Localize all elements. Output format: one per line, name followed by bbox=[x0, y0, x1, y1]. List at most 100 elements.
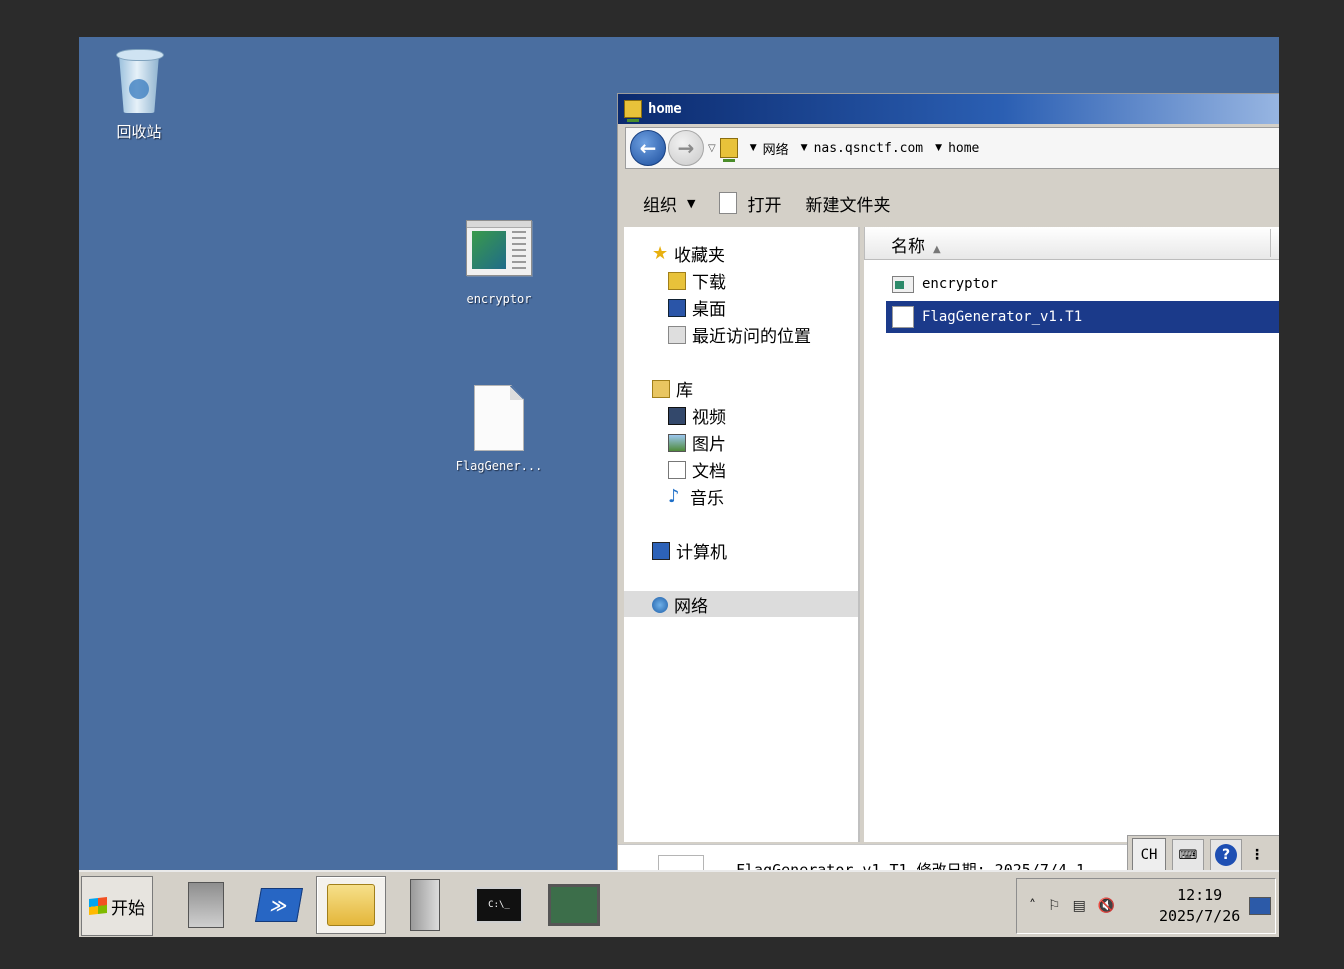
breadcrumb-home[interactable]: home bbox=[948, 141, 979, 156]
nav-videos[interactable]: 视频 bbox=[668, 403, 726, 428]
organize-label: 组织 bbox=[643, 195, 677, 216]
organize-button[interactable]: 组织 ▼ bbox=[643, 191, 695, 216]
options-icon[interactable]: ⋮ bbox=[1250, 847, 1264, 863]
taskbar-explorer[interactable] bbox=[316, 876, 386, 934]
show-hidden-icons-icon[interactable]: ˄ bbox=[1029, 898, 1036, 914]
nav-label: 图片 bbox=[692, 435, 726, 455]
navigation-pane: ★ 收藏夹 下载 桌面 最近访问的位置 库 视频 图片 文档 ♪ 音乐 计算机 … bbox=[624, 227, 860, 842]
desktop: 回收站 encryptor FlagGener... home ← → ▽ ▼ … bbox=[79, 37, 1279, 937]
keyboard-icon[interactable]: ⌨ bbox=[1172, 839, 1204, 871]
nav-label: 收藏夹 bbox=[674, 246, 725, 266]
back-button[interactable]: ← bbox=[630, 130, 666, 166]
taskbar: 开始 ≫ C:\_ ˄ ⚐ ▤ 🔇 12:19 2025/7/26 bbox=[79, 870, 1279, 937]
music-note-icon: ♪ bbox=[668, 485, 680, 507]
nav-label: 库 bbox=[676, 381, 693, 401]
desktop-icon-label: encryptor bbox=[466, 292, 532, 306]
nav-label: 最近访问的位置 bbox=[692, 327, 811, 347]
chevron-down-icon[interactable]: ▼ bbox=[801, 143, 808, 153]
nav-pictures[interactable]: 图片 bbox=[668, 430, 726, 455]
recent-pages-dropdown-icon[interactable]: ▽ bbox=[708, 143, 716, 154]
download-folder-icon bbox=[668, 271, 686, 290]
breadcrumb-server[interactable]: nas.qsnctf.com bbox=[814, 141, 924, 156]
chevron-down-icon[interactable]: ▼ bbox=[935, 143, 942, 153]
column-divider[interactable] bbox=[1270, 229, 1271, 257]
recent-places-icon bbox=[668, 325, 686, 344]
chevron-down-icon: ▼ bbox=[687, 196, 696, 210]
file-row[interactable]: encryptor bbox=[886, 268, 1279, 300]
column-name-label: 名称 bbox=[891, 237, 925, 257]
taskbar-command-prompt[interactable]: C:\_ bbox=[464, 876, 534, 934]
nav-label: 桌面 bbox=[692, 300, 726, 320]
desktop-icon-encryptor[interactable]: encryptor bbox=[439, 220, 559, 306]
column-header-name[interactable]: 名称 ▲ bbox=[864, 227, 1279, 260]
start-button[interactable]: 开始 bbox=[81, 876, 153, 936]
network-tray-icon[interactable]: ▤ bbox=[1073, 898, 1086, 914]
help-icon: ? bbox=[1215, 844, 1237, 866]
nav-recent[interactable]: 最近访问的位置 bbox=[668, 322, 811, 347]
computer-icon bbox=[652, 541, 670, 560]
explorer-window: home ← → ▽ ▼ 网络 ▼ nas.qsnctf.com ▼ home … bbox=[617, 93, 1279, 935]
document-icon bbox=[892, 306, 914, 328]
action-center-flag-icon[interactable]: ⚐ bbox=[1048, 898, 1061, 914]
network-folder-icon bbox=[624, 100, 642, 122]
trash-icon bbox=[114, 49, 164, 115]
desktop-icon bbox=[668, 298, 686, 317]
taskbar-server-manager[interactable] bbox=[171, 876, 241, 934]
folder-icon bbox=[327, 884, 375, 926]
taskbar-resource-monitor[interactable] bbox=[539, 876, 609, 934]
file-list: 名称 ▲ encryptor FlagGenerator_v1.T1 bbox=[864, 227, 1279, 842]
picture-icon bbox=[668, 433, 686, 452]
nav-libraries[interactable]: 库 bbox=[652, 376, 693, 401]
command-prompt-icon: C:\_ bbox=[475, 887, 523, 923]
sort-ascending-icon: ▲ bbox=[933, 244, 941, 255]
forward-button[interactable]: → bbox=[668, 130, 704, 166]
nav-documents[interactable]: 文档 bbox=[668, 457, 726, 482]
nav-network[interactable]: 网络 bbox=[652, 592, 708, 617]
breadcrumb-network[interactable]: 网络 bbox=[763, 139, 789, 158]
page-icon bbox=[719, 192, 738, 214]
application-icon bbox=[892, 275, 914, 293]
show-desktop-icon[interactable] bbox=[1249, 897, 1271, 915]
library-icon bbox=[652, 379, 670, 398]
help-button[interactable]: ? bbox=[1210, 839, 1242, 871]
nav-desktop[interactable]: 桌面 bbox=[668, 295, 726, 320]
powershell-icon: ≫ bbox=[255, 888, 303, 922]
network-location-icon bbox=[719, 138, 738, 162]
input-language-button[interactable]: CH bbox=[1132, 838, 1166, 872]
taskbar-admin-tools[interactable] bbox=[390, 876, 460, 934]
nav-downloads[interactable]: 下载 bbox=[668, 268, 726, 293]
clock[interactable]: 12:19 2025/7/26 bbox=[1159, 885, 1240, 927]
document-icon bbox=[668, 460, 686, 479]
window-titlebar[interactable]: home bbox=[618, 94, 1279, 124]
open-button[interactable]: 打开 bbox=[719, 191, 781, 216]
nav-label: 计算机 bbox=[676, 543, 727, 563]
new-folder-button[interactable]: 新建文件夹 bbox=[805, 191, 890, 216]
video-icon bbox=[668, 406, 686, 425]
file-name: FlagGenerator_v1.T1 bbox=[922, 309, 1083, 325]
server-manager-icon bbox=[188, 882, 224, 928]
open-label: 打开 bbox=[747, 195, 782, 216]
recycle-bin-icon[interactable]: 回收站 bbox=[99, 49, 179, 142]
clock-date: 2025/7/26 bbox=[1159, 907, 1241, 925]
nav-label: 视频 bbox=[692, 408, 726, 428]
notification-area: ˄ ⚐ ▤ 🔇 12:19 2025/7/26 bbox=[1016, 878, 1276, 934]
start-label: 开始 bbox=[111, 898, 145, 919]
language-bar: CH ⌨ ? ⋮ bbox=[1127, 835, 1279, 875]
desktop-icon-flaggenerator[interactable]: FlagGener... bbox=[437, 385, 561, 473]
application-icon bbox=[466, 220, 532, 276]
nav-music[interactable]: ♪ 音乐 bbox=[668, 484, 724, 509]
taskbar-powershell[interactable]: ≫ bbox=[244, 876, 314, 934]
star-icon: ★ bbox=[652, 242, 669, 264]
network-icon bbox=[652, 596, 668, 613]
monitor-icon bbox=[548, 884, 600, 926]
nav-label: 网络 bbox=[674, 597, 708, 617]
nav-computer[interactable]: 计算机 bbox=[652, 538, 727, 563]
command-bar: 组织 ▼ 打开 新建文件夹 bbox=[618, 179, 1279, 227]
nav-favorites[interactable]: ★ 收藏夹 bbox=[652, 241, 725, 266]
address-bar[interactable]: ← → ▽ ▼ 网络 ▼ nas.qsnctf.com ▼ home bbox=[625, 127, 1279, 169]
file-name: encryptor bbox=[922, 276, 998, 292]
chevron-down-icon[interactable]: ▼ bbox=[750, 143, 757, 153]
volume-muted-icon[interactable]: 🔇 bbox=[1098, 898, 1115, 914]
file-row-selected[interactable]: FlagGenerator_v1.T1 bbox=[886, 301, 1279, 333]
nav-label: 下载 bbox=[692, 273, 726, 293]
